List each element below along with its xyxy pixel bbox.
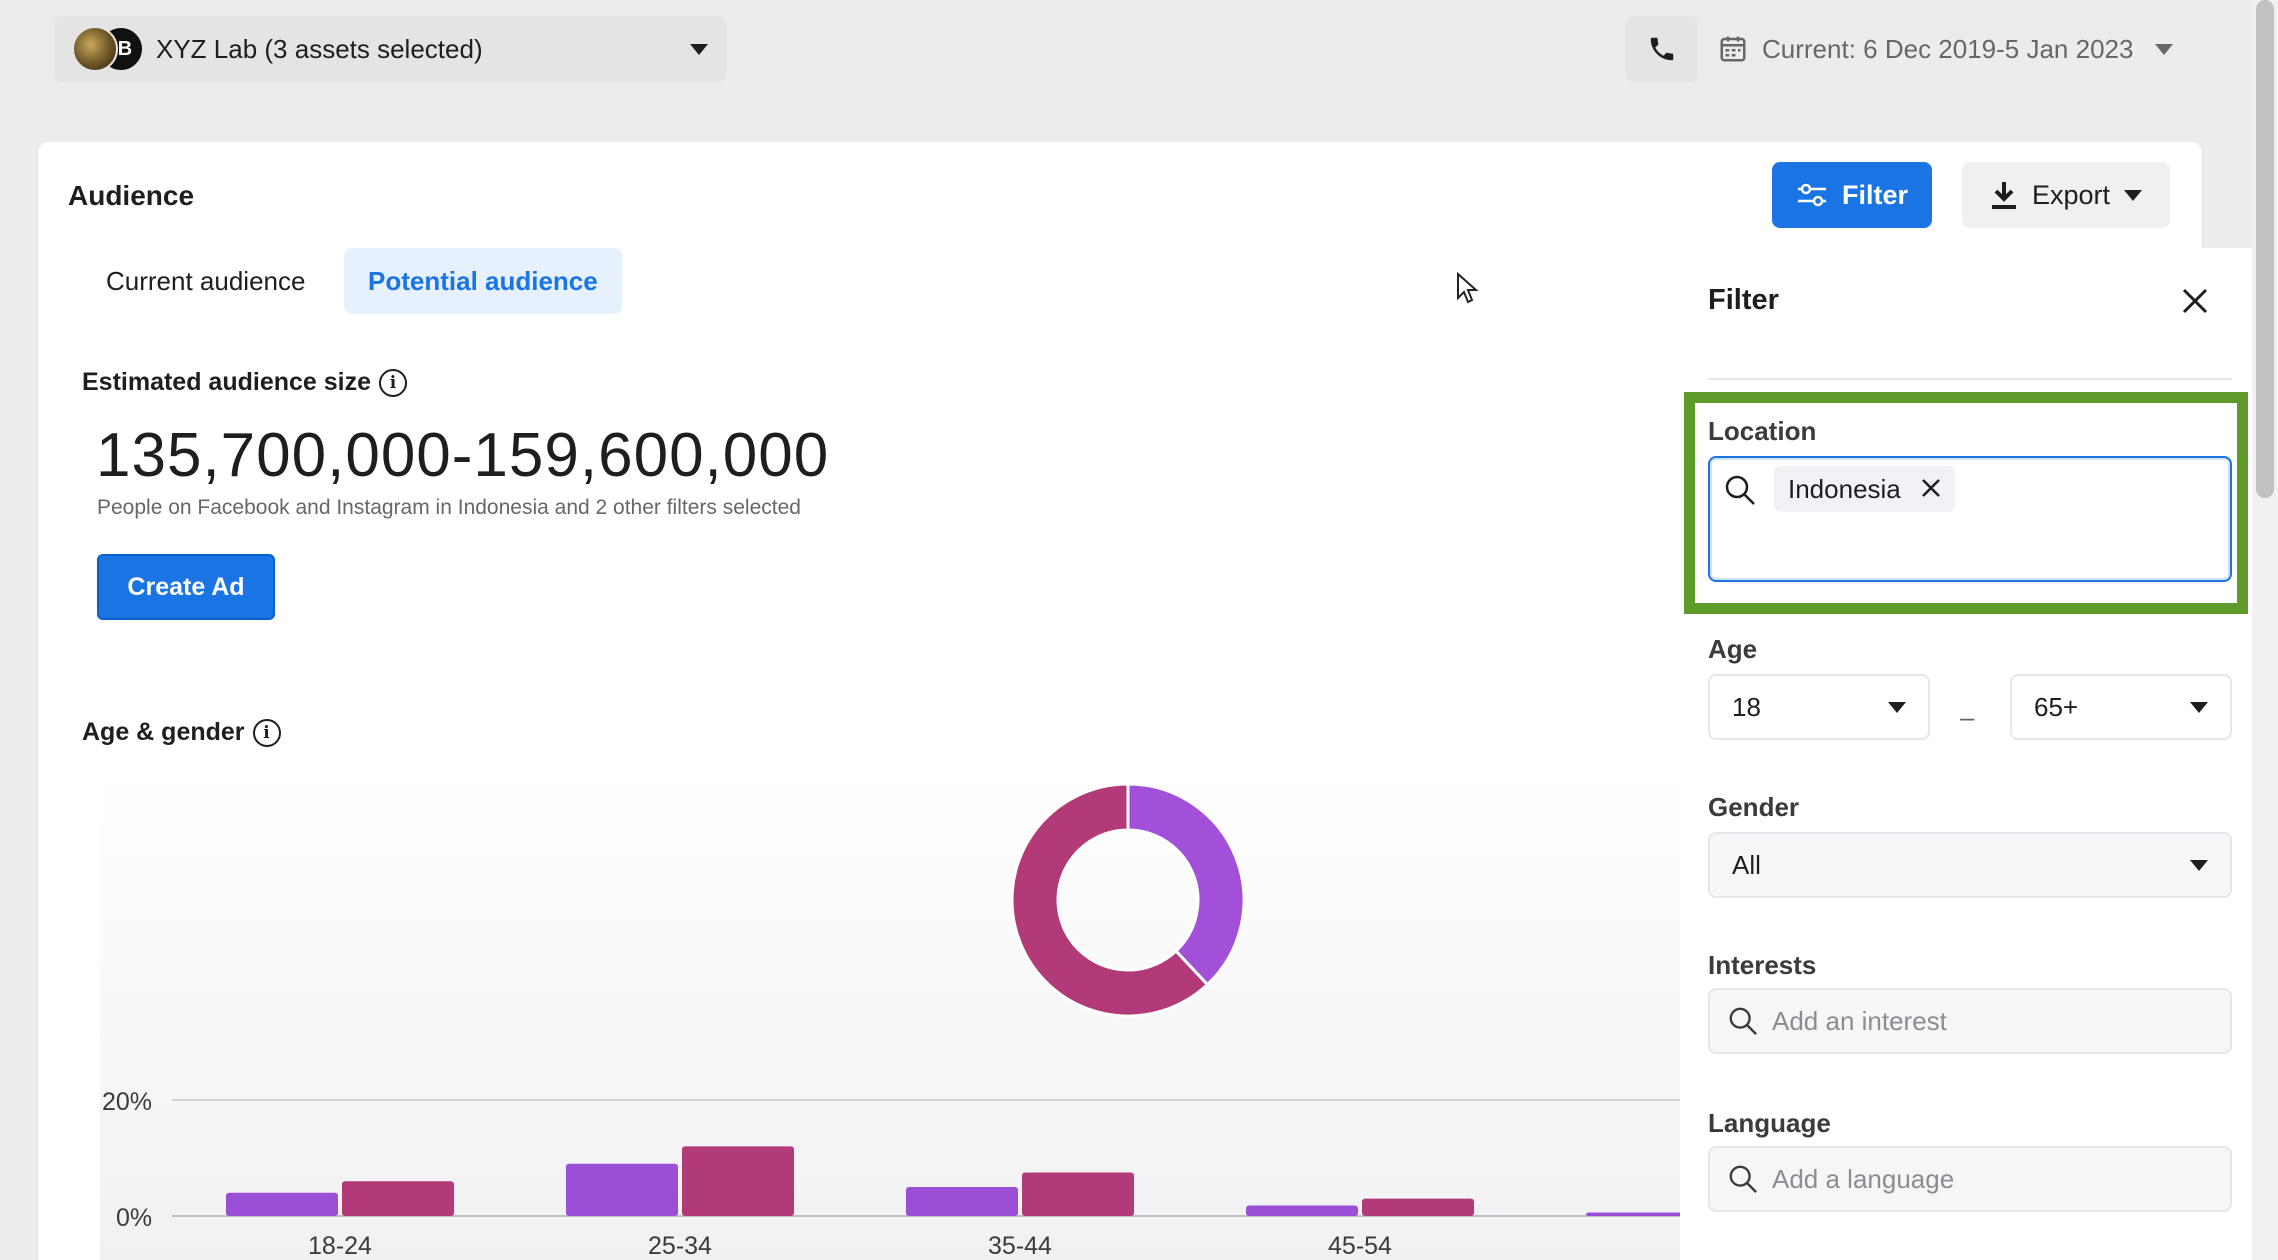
estimated-audience-heading: Estimated audience size i (82, 368, 408, 397)
chevron-down-icon (2124, 189, 2143, 201)
page-title: Audience (68, 180, 195, 211)
x-tick-label: 25-34 (648, 1232, 712, 1260)
interests-input[interactable]: Add an interest (1708, 988, 2232, 1054)
create-ad-button[interactable]: Create Ad (97, 554, 275, 620)
language-placeholder: Add a language (1772, 1163, 1955, 1194)
close-button[interactable] (2180, 286, 2210, 321)
age-min-value: 18 (1732, 691, 1761, 722)
location-chip-label: Indonesia (1788, 473, 1901, 504)
estimated-audience-value: 135,700,000-159,600,000 (96, 421, 830, 490)
export-button[interactable]: Export (1962, 162, 2170, 228)
bar (1362, 1198, 1474, 1216)
export-button-label: Export (2031, 179, 2111, 210)
bar (566, 1163, 678, 1216)
panel-divider (1708, 378, 2232, 380)
location-label: Location (1708, 416, 1817, 446)
language-label: Language (1708, 1108, 1831, 1138)
interests-label: Interests (1708, 950, 1817, 980)
bar (1022, 1172, 1134, 1216)
search-icon (1729, 1165, 1757, 1193)
bar (906, 1187, 1018, 1216)
close-icon (2182, 288, 2208, 314)
donut-slice (1126, 782, 1246, 987)
search-icon (1729, 1007, 1757, 1035)
sliders-icon (1797, 183, 1826, 207)
bar (1246, 1205, 1358, 1216)
bar (226, 1192, 338, 1216)
y-tick-label: 20% (102, 1088, 152, 1116)
bar (682, 1146, 794, 1216)
filter-button-label: Filter (1841, 179, 1908, 210)
info-icon[interactable]: i (379, 368, 408, 397)
estimated-audience-note: People on Facebook and Instagram in Indo… (97, 496, 801, 519)
age-gender-chart: 20%0%18-2425-3435-4445-545 (100, 770, 1680, 1260)
age-label: Age (1708, 634, 1758, 664)
date-range-label: Current: 6 Dec 2019-5 Jan 2023 (1762, 33, 2134, 64)
age-gender-chart-svg: 20%0%18-2425-3435-4445-545 (102, 782, 1680, 1260)
chevron-down-icon (2190, 701, 2208, 713)
download-icon (1991, 182, 2016, 209)
tab-current-audience[interactable]: Current audience (82, 248, 329, 314)
estimated-audience-label: Estimated audience size (82, 368, 372, 396)
tab-potential-audience[interactable]: Potential audience (344, 248, 622, 314)
gender-value: All (1732, 849, 1761, 880)
x-tick-label: 18-24 (308, 1232, 372, 1260)
mouse-cursor-icon (1456, 271, 1482, 311)
avatar-lab-logo (72, 26, 118, 72)
scrollbar-thumb[interactable] (2256, 0, 2274, 498)
gender-select[interactable]: All (1708, 832, 2232, 898)
filter-panel-title: Filter (1708, 284, 1779, 316)
age-gender-label: Age & gender (82, 718, 245, 746)
x-tick-label: 35-44 (988, 1232, 1052, 1260)
x-tick-label: 45-54 (1328, 1232, 1392, 1260)
age-gender-heading: Age & gender i (82, 718, 281, 747)
location-chip: Indonesia (1774, 466, 1955, 512)
info-icon[interactable]: i (252, 718, 281, 747)
calendar-icon (1720, 36, 1746, 62)
chevron-down-icon (2190, 859, 2208, 871)
age-max-value: 65+ (2034, 691, 2079, 722)
age-min-select[interactable]: 18 (1708, 674, 1930, 740)
date-range-selector[interactable]: Current: 6 Dec 2019-5 Jan 2023 (1718, 16, 2174, 82)
interests-placeholder: Add an interest (1772, 1005, 1947, 1036)
asset-selector[interactable]: B XYZ Lab (3 assets selected) (54, 16, 726, 82)
age-max-select[interactable]: 65+ (2010, 674, 2232, 740)
chevron-down-icon (1888, 701, 1906, 713)
close-icon (1921, 478, 1940, 497)
asset-avatars: B (72, 26, 144, 72)
phone-button[interactable] (1626, 16, 1698, 82)
chevron-down-icon (690, 43, 708, 55)
gender-label: Gender (1708, 792, 1800, 822)
search-icon (1724, 474, 1756, 511)
y-tick-label: 0% (116, 1204, 152, 1232)
bar (342, 1181, 454, 1216)
filter-button[interactable]: Filter (1772, 162, 1932, 228)
chevron-down-icon (2155, 43, 2174, 55)
age-range-separator: – (1960, 702, 1975, 732)
bar (1586, 1212, 1680, 1216)
phone-icon (1650, 37, 1674, 61)
asset-selector-label: XYZ Lab (3 assets selected) (156, 33, 483, 64)
remove-location-button[interactable] (1921, 474, 1941, 505)
language-input[interactable]: Add a language (1708, 1146, 2232, 1212)
